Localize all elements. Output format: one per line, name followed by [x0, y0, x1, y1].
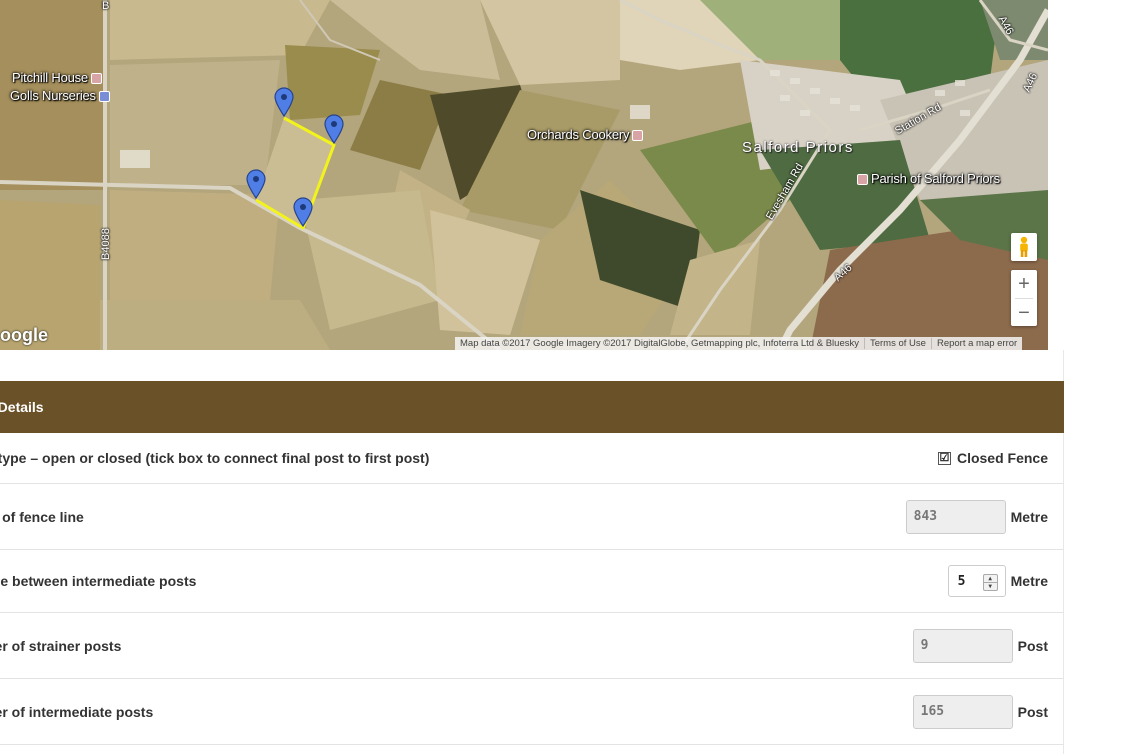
- street-view-pegman[interactable]: [1011, 233, 1037, 261]
- terms-of-use-link[interactable]: Terms of Use: [865, 338, 932, 349]
- road-label-b4088: B4088: [100, 228, 112, 260]
- fence-post-marker-2[interactable]: [324, 114, 344, 144]
- post-distance-label: nce between intermediate posts: [0, 573, 197, 589]
- fence-post-marker-3[interactable]: [246, 169, 266, 199]
- google-logo[interactable]: oogle: [0, 325, 48, 346]
- pegman-icon: [1020, 236, 1028, 257]
- intermediate-posts-label: ber of intermediate posts: [0, 703, 154, 720]
- fence-length-row: th of fence line 843 Metre: [0, 484, 1063, 550]
- report-map-error-link[interactable]: Report a map error: [932, 338, 1022, 349]
- strainer-posts-unit: Post: [1017, 637, 1048, 654]
- shop-icon: [98, 91, 110, 103]
- place-label-golls[interactable]: Golls Nurseries: [10, 88, 110, 103]
- poi-icon: [632, 130, 644, 142]
- post-distance-value: 5: [957, 573, 966, 589]
- intermediate-posts-row: ber of intermediate posts 165 Post: [0, 679, 1063, 745]
- map-attribution: Map data ©2017 Google Imagery ©2017 Digi…: [455, 337, 1023, 350]
- place-label-orchards[interactable]: Orchards Cookery: [527, 127, 644, 142]
- fence-length-unit: Metre: [1010, 508, 1048, 525]
- strainer-posts-label: ber of strainer posts: [0, 637, 122, 654]
- poi-icon: [90, 73, 102, 85]
- fence-length-label: th of fence line: [0, 508, 84, 525]
- place-label-salford-priors: Salford Priors: [742, 139, 854, 156]
- satellite-map[interactable]: Pitchill House Golls Nurseries Orchards …: [0, 0, 1048, 350]
- strainer-posts-row: ber of strainer posts 9 Post: [0, 613, 1063, 679]
- spinner-up-icon[interactable]: ▲: [983, 575, 997, 583]
- church-icon: [857, 174, 868, 186]
- road-label-b-top: B: [102, 0, 110, 12]
- closed-fence-label[interactable]: Closed Fence: [957, 450, 1048, 466]
- post-distance-row: nce between intermediate posts 5 ▲ ▼ Met…: [0, 550, 1063, 613]
- zoom-controls: + −: [1011, 270, 1037, 326]
- fence-post-marker-1[interactable]: [274, 87, 294, 117]
- fence-post-marker-4[interactable]: [293, 197, 313, 227]
- details-title: e Details: [0, 399, 44, 415]
- closed-fence-checkbox[interactable]: ☑: [937, 451, 951, 465]
- fence-length-input[interactable]: 843: [905, 499, 1006, 534]
- spinner-down-icon[interactable]: ▼: [984, 583, 997, 590]
- spinner-buttons[interactable]: ▲ ▼: [982, 574, 998, 591]
- map-data-credit: Map data ©2017 Google Imagery ©2017 Digi…: [455, 338, 865, 349]
- intermediate-posts-input[interactable]: 165: [912, 694, 1013, 729]
- place-label-parish[interactable]: Parish of Salford Priors: [857, 171, 1000, 186]
- fence-type-label: e type – open or closed (tick box to con…: [0, 450, 430, 466]
- post-distance-stepper[interactable]: 5 ▲ ▼: [947, 565, 1006, 597]
- strainer-posts-input[interactable]: 9: [912, 628, 1013, 663]
- zoom-in-button[interactable]: +: [1011, 270, 1037, 298]
- intermediate-posts-unit: Post: [1017, 703, 1048, 720]
- place-label-pitchill[interactable]: Pitchill House: [12, 70, 102, 85]
- fence-type-row: e type – open or closed (tick box to con…: [0, 433, 1063, 484]
- post-distance-unit: Metre: [1010, 573, 1048, 589]
- closed-fence-control[interactable]: ☑ Closed Fence: [937, 433, 1048, 483]
- details-header: e Details: [0, 381, 1064, 433]
- zoom-out-button[interactable]: −: [1011, 299, 1037, 327]
